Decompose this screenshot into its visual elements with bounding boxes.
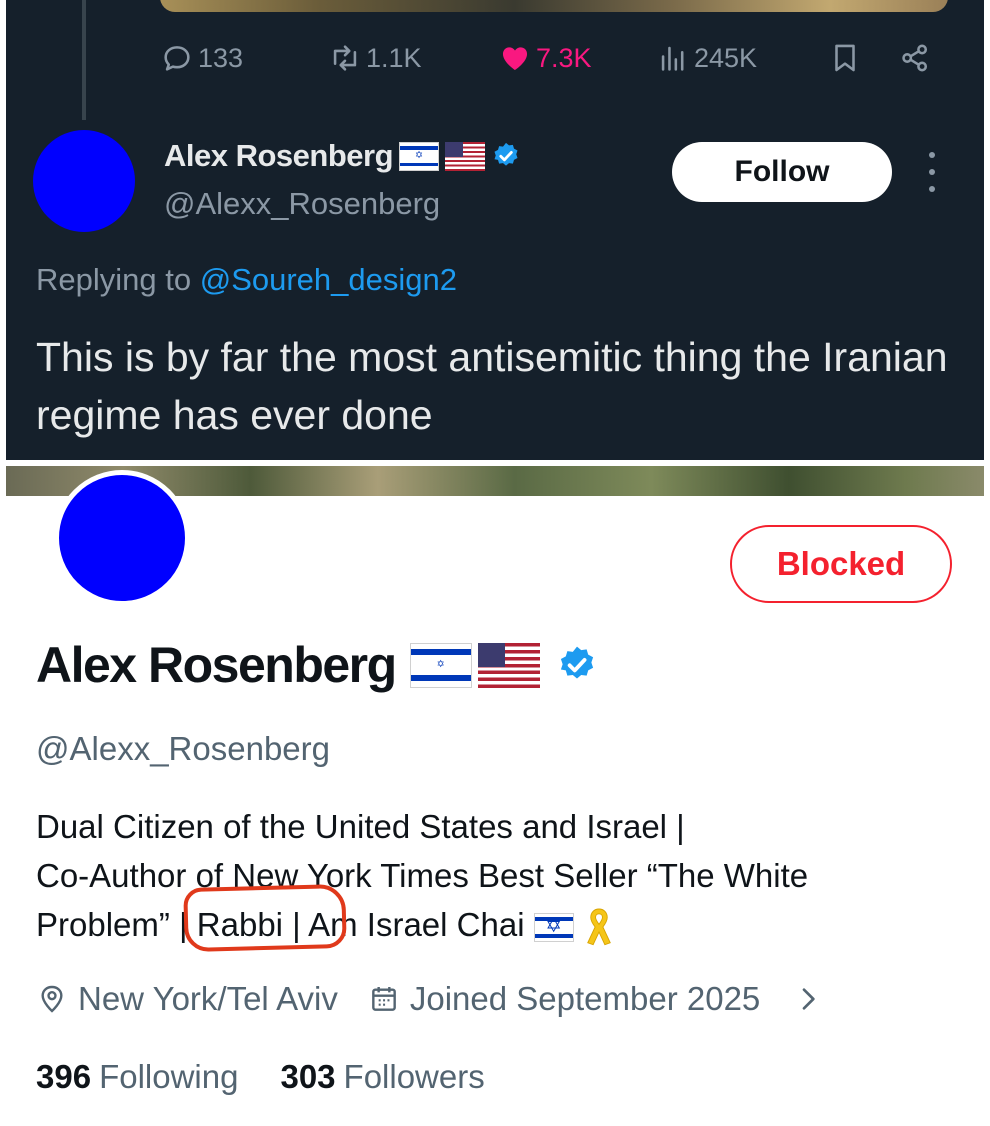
more-options-icon[interactable] — [922, 152, 942, 192]
author-name[interactable]: Alex Rosenberg — [164, 138, 394, 174]
panel-edge — [0, 0, 6, 460]
location-icon — [41, 985, 63, 1013]
calendar-icon — [371, 987, 396, 1011]
israel-flag-icon: ✡ — [533, 912, 574, 942]
profile-joined[interactable]: Joined September 2025 — [368, 980, 824, 1018]
blocked-button[interactable]: Blocked — [730, 525, 952, 603]
bio-line: Problem” | Rabbi | Am Israel Chai ✡ — [36, 900, 966, 949]
bio-text: Am Israel Chai — [308, 906, 525, 943]
views-count: 245K — [694, 42, 758, 73]
thread-line — [82, 0, 86, 120]
panel-edge — [984, 0, 990, 460]
bio-text: Problem” — [36, 906, 170, 943]
yellow-ribbon-icon — [587, 908, 611, 946]
israel-flag-icon: ✡ — [399, 141, 440, 171]
profile-meta: New York/Tel Aviv Joined September 2025 — [36, 980, 824, 1018]
heart-icon — [502, 47, 528, 71]
replying-to: Replying to @Soureh_design2 — [36, 262, 457, 298]
followers-link[interactable]: 303 Followers — [280, 1058, 484, 1096]
following-link[interactable]: 396 Following — [36, 1058, 238, 1096]
follow-counts: 396 Following 303 Followers — [36, 1058, 485, 1096]
verified-icon — [494, 142, 518, 166]
follow-button[interactable]: Follow — [672, 142, 892, 202]
retweet-icon — [333, 45, 357, 71]
bio-text: | Rabbi | — [179, 906, 301, 943]
author-name-row: Alex Rosenberg ✡ — [164, 138, 521, 174]
bookmark-button[interactable] — [828, 36, 862, 80]
replying-mention-link[interactable]: @Soureh_design2 — [200, 262, 457, 297]
tweet-text: This is by far the most antisemitic thin… — [36, 334, 948, 438]
profile-avatar[interactable] — [54, 470, 190, 606]
profile-bio: Dual Citizen of the United States and Is… — [36, 802, 966, 949]
bio-line: Dual Citizen of the United States and Is… — [36, 808, 685, 845]
author-avatar[interactable] — [33, 130, 135, 232]
us-flag-icon — [477, 642, 540, 688]
reply-count: 133 — [198, 42, 244, 73]
verified-icon — [560, 646, 593, 679]
followers-count: 303 — [280, 1058, 336, 1095]
like-count: 7.3K — [536, 42, 592, 73]
retweet-button[interactable]: 1.1K — [328, 36, 422, 80]
joined-text: Joined September 2025 — [409, 980, 761, 1017]
share-icon — [902, 44, 928, 72]
reply-icon — [164, 46, 190, 71]
israel-flag-icon: ✡ — [409, 642, 472, 688]
views-button[interactable]: 245K — [656, 36, 757, 80]
like-button[interactable]: 7.3K — [498, 36, 592, 80]
following-count: 396 — [36, 1058, 92, 1095]
profile-handle: @Alexx_Rosenberg — [36, 730, 330, 767]
tweet-panel: 133 1.1K 7.3K 245K Alex Rosenberg ✡ @Ale… — [0, 0, 990, 460]
share-button[interactable] — [898, 36, 932, 80]
views-icon — [661, 46, 684, 71]
profile-name-row: Alex Rosenberg ✡ — [36, 636, 598, 694]
followers-label: Followers — [343, 1058, 485, 1095]
tweet-media[interactable] — [160, 0, 948, 12]
reply-button[interactable]: 133 — [160, 36, 243, 80]
us-flag-icon — [445, 141, 486, 171]
location-text: New York/Tel Aviv — [78, 980, 338, 1017]
profile-name: Alex Rosenberg — [36, 637, 397, 693]
author-handle: @Alexx_Rosenberg — [164, 186, 441, 221]
retweet-count: 1.1K — [366, 42, 422, 73]
tweet-actions: 133 1.1K 7.3K 245K — [160, 36, 950, 80]
following-label: Following — [99, 1058, 239, 1095]
replying-prefix: Replying to — [36, 262, 192, 297]
chevron-right-icon — [802, 988, 815, 1010]
bookmark-icon — [835, 44, 855, 72]
profile-location: New York/Tel Aviv — [36, 980, 338, 1018]
bio-line: Co-Author of New York Times Best Seller … — [36, 857, 809, 894]
